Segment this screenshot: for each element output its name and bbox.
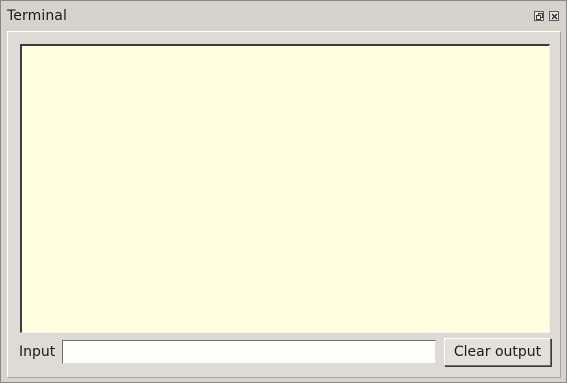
close-icon[interactable]	[549, 11, 559, 21]
input-label: Input	[19, 344, 56, 360]
output-area[interactable]	[20, 44, 550, 333]
float-icon[interactable]	[534, 11, 544, 21]
title-bar[interactable]: Terminal	[1, 1, 566, 31]
input-field[interactable]	[62, 340, 436, 364]
clear-output-button[interactable]: Clear output	[444, 338, 551, 366]
terminal-window: Terminal Input Clear output	[0, 0, 567, 383]
terminal-panel: Input Clear output	[7, 31, 561, 378]
window-title: Terminal	[7, 8, 67, 24]
